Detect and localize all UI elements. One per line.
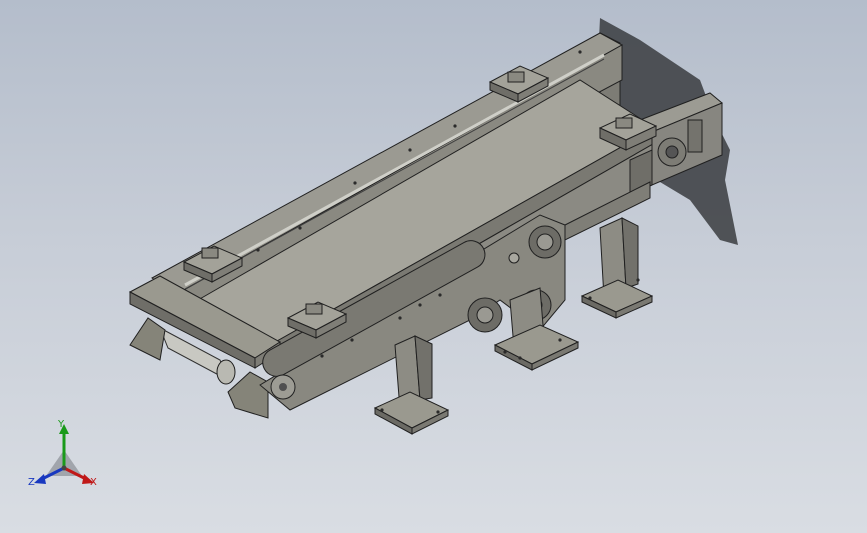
left-bracket	[129, 317, 166, 361]
x-axis-label: X	[90, 477, 97, 488]
leg-foot-middle	[493, 324, 580, 365]
coordinate-triad[interactable]: Y X Z	[24, 418, 108, 494]
graphics-viewport[interactable]: Y X Z	[0, 0, 867, 533]
z-axis-label: Z	[28, 477, 35, 488]
conveyor-model[interactable]	[0, 0, 867, 533]
y-axis-label: Y	[58, 419, 65, 430]
leg-foot-front	[373, 391, 450, 429]
